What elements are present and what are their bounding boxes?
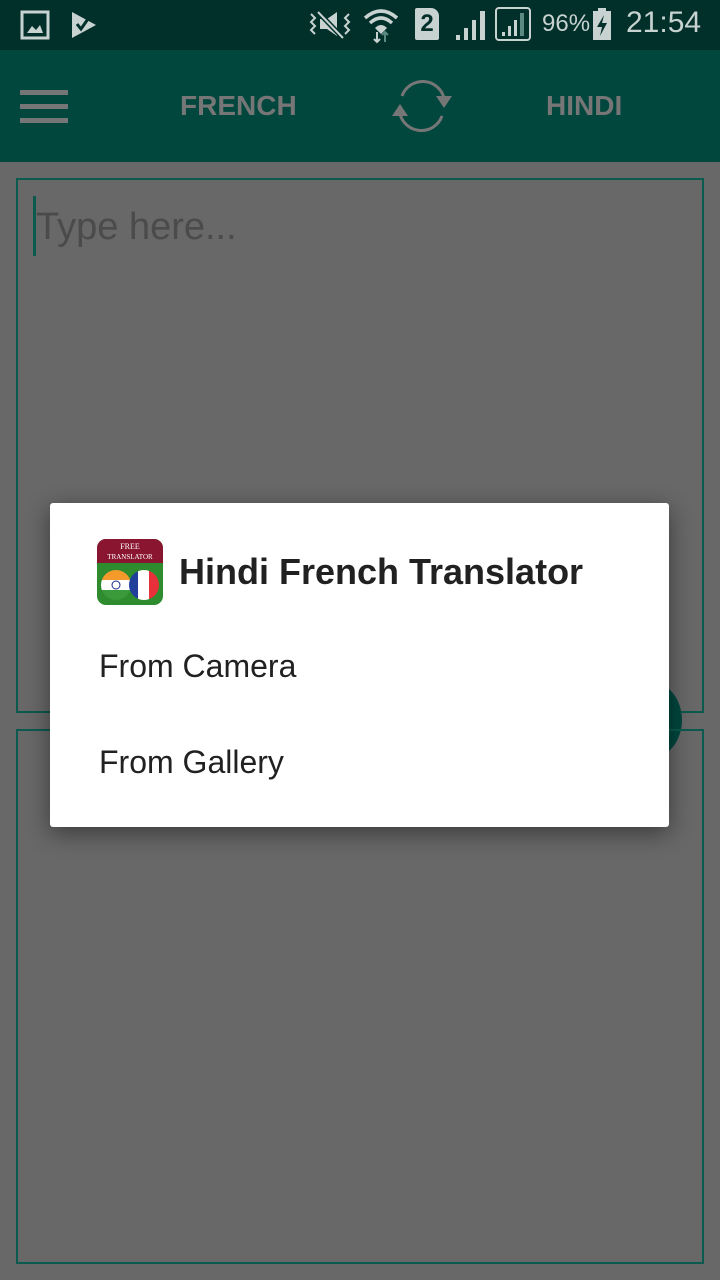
toolbar: FRENCH HINDI: [0, 50, 720, 162]
clock: 21:54: [626, 6, 702, 39]
from-gallery-option[interactable]: From Gallery: [50, 716, 669, 812]
battery-charging-icon: [593, 8, 611, 40]
task-check-icon: [72, 12, 96, 38]
from-camera-label: From Camera: [99, 648, 297, 684]
status-bar: 2 96% 21:54: [0, 0, 720, 50]
dialog-title: Hindi French Translator: [179, 551, 584, 592]
app-icon-line1: FREE: [120, 542, 140, 551]
mute-vibrate-icon: [309, 10, 351, 40]
app-icon-line2: TRANSLATOR: [107, 553, 153, 561]
image-source-dialog: FREE TRANSLATOR Hindi French Translator …: [50, 503, 669, 827]
from-camera-option[interactable]: From Camera: [50, 620, 669, 716]
signal-icon: [456, 11, 485, 40]
signal-roaming-icon: [495, 7, 531, 41]
input-placeholder: Type here...: [36, 206, 237, 248]
gallery-icon: [20, 10, 50, 40]
swap-languages-icon[interactable]: [386, 76, 458, 136]
sim-2-icon: 2: [415, 8, 439, 40]
from-gallery-label: From Gallery: [99, 744, 284, 780]
target-language-button[interactable]: HINDI: [546, 90, 622, 122]
source-language-button[interactable]: FRENCH: [180, 90, 297, 122]
wifi-icon: [363, 9, 399, 44]
battery-percent: 96%: [542, 10, 591, 37]
hamburger-menu-icon[interactable]: [20, 90, 68, 124]
app-icon: FREE TRANSLATOR: [97, 539, 163, 605]
